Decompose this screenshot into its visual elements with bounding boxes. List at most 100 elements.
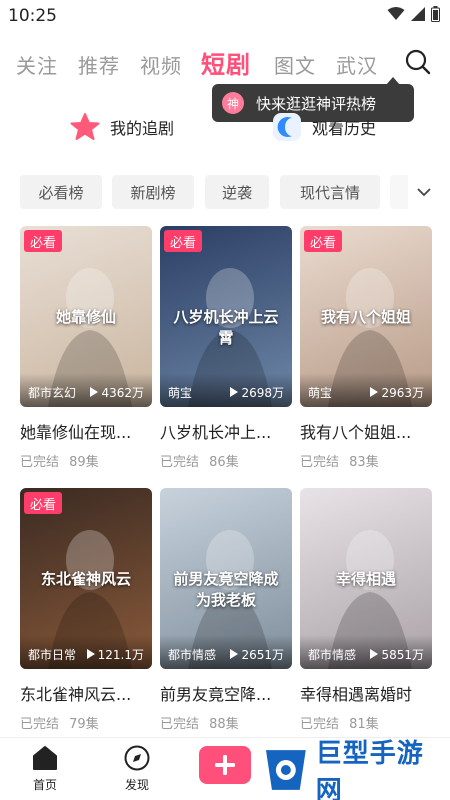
must-watch-badge: 必看 [304,230,343,252]
drama-title[interactable]: 她靠修仙在现... [20,419,152,443]
drama-episodes: 86集 [209,455,239,470]
chip-new[interactable]: 新剧榜 [112,175,194,209]
drama-card[interactable]: 八岁机长冲上云霄 必看 萌宝 2698万 八岁机长冲上... 已完结 86集 [160,226,292,470]
drama-status: 已完结 [300,717,340,732]
wifi-icon [387,7,405,20]
chip-must-watch[interactable]: 必看榜 [20,175,102,209]
play-icon [230,387,239,397]
watermark: 巨型手游网 [262,739,450,800]
nav-home[interactable]: 首页 [15,744,75,793]
my-dramas-entry[interactable]: 我的追剧 [70,112,174,142]
home-icon [33,746,57,770]
drama-episodes: 79集 [69,717,99,732]
must-watch-badge: 必看 [164,230,203,252]
play-icon [370,649,379,659]
views-count: 121.1万 [97,648,144,662]
tab-article[interactable]: 图文 [274,50,316,79]
drama-meta: 已完结 83集 [300,451,432,470]
my-dramas-label: 我的追剧 [110,119,175,138]
drama-title[interactable]: 前男友竟空降... [160,681,292,705]
drama-episodes: 83集 [349,455,379,470]
watch-history-entry[interactable]: 观看历史 [272,112,376,142]
drama-poster[interactable]: 我有八个姐姐 必看 萌宝 2963万 [300,226,432,407]
chip-overflow [390,175,408,209]
poster-title-text: 东北雀神风云 [40,569,131,588]
play-icon [86,649,95,659]
filter-chips: 必看榜 新剧榜 逆袭 现代言情 [0,175,450,209]
status-icons [387,6,440,22]
poster-title-text: 前男友竟空降成为我老板 [173,569,279,609]
play-icon [370,387,379,397]
drama-status: 已完结 [20,455,60,470]
top-tabs: 关注 推荐 视频 短剧 图文 武汉 [0,40,450,84]
watermark-text: 巨型手游网 [315,739,424,800]
drama-card[interactable]: 我有八个姐姐 必看 萌宝 2963万 我有八个姐姐... 已完结 83集 [300,226,432,470]
create-button[interactable] [199,746,251,784]
drama-genre: 都市玄幻 [28,386,77,400]
drama-title[interactable]: 我有八个姐姐... [300,419,432,443]
tab-short-drama[interactable]: 短剧 [201,45,251,80]
drama-title[interactable]: 八岁机长冲上... [160,419,292,443]
chip-modern-romance[interactable]: 现代言情 [280,175,380,209]
drama-genre: 萌宝 [308,386,333,400]
watermark-logo [265,750,306,790]
drama-title[interactable]: 幸得相遇离婚时 [300,681,432,705]
play-icon [230,649,239,659]
views-count: 5851万 [381,648,424,662]
drama-views: 4362万 [90,384,144,401]
drama-genre: 都市情感 [168,648,217,662]
tab-follow[interactable]: 关注 [16,50,58,79]
drama-card[interactable]: 前男友竟空降成为我老板 都市情感 2651万 前男友竟空降... 已完结 88集 [160,488,292,732]
compass-icon [124,745,150,771]
drama-episodes: 81集 [349,717,379,732]
history-icon [273,113,301,141]
drama-poster[interactable]: 东北雀神风云 必看 都市日常 121.1万 [20,488,152,669]
tab-recommend[interactable]: 推荐 [78,50,120,79]
drama-meta: 已完结 86集 [160,451,292,470]
drama-status: 已完结 [20,717,60,732]
battery-icon [431,6,440,22]
drama-views: 2698万 [230,384,284,401]
drama-meta: 已完结 81集 [300,713,432,732]
play-icon [90,387,99,397]
poster-title-text: 八岁机长冲上云霄 [173,307,279,347]
drama-poster[interactable]: 前男友竟空降成为我老板 都市情感 2651万 [160,488,292,669]
nav-discover[interactable]: 发现 [107,744,167,793]
drama-views: 5851万 [370,646,424,663]
drama-card[interactable]: 东北雀神风云 必看 都市日常 121.1万 东北雀神风云... 已完结 79集 [20,488,152,732]
drama-meta: 已完结 88集 [160,713,292,732]
drama-title[interactable]: 东北雀神风云... [20,681,152,705]
views-count: 2651万 [241,648,284,662]
drama-episodes: 89集 [69,455,99,470]
must-watch-badge: 必看 [24,230,63,252]
drama-meta: 已完结 79集 [20,713,152,732]
drama-card[interactable]: 她靠修仙 必看 都市玄幻 4362万 她靠修仙在现... 已完结 89集 [20,226,152,470]
views-count: 4362万 [101,386,144,400]
chevron-down-icon [417,188,431,197]
drama-poster[interactable]: 八岁机长冲上云霄 必看 萌宝 2698万 [160,226,292,407]
poster-title-text: 幸得相遇 [335,569,396,588]
poster-title-text: 她靠修仙 [55,307,116,326]
drama-poster[interactable]: 幸得相遇 都市情感 5851万 [300,488,432,669]
drama-genre: 都市情感 [308,648,357,662]
drama-episodes: 88集 [209,717,239,732]
tab-wuhan[interactable]: 武汉 [336,50,378,79]
drama-status: 已完结 [300,455,340,470]
drama-genre: 都市日常 [28,648,77,662]
drama-poster[interactable]: 她靠修仙 必看 都市玄幻 4362万 [20,226,152,407]
star-icon [70,113,100,140]
status-time: 10:25 [8,6,57,26]
drama-meta: 已完结 89集 [20,451,152,470]
expand-chips-button[interactable] [410,178,438,206]
drama-status: 已完结 [160,455,200,470]
drama-views: 2963万 [370,384,424,401]
drama-card[interactable]: 幸得相遇 都市情感 5851万 幸得相遇离婚时 已完结 81集 [300,488,432,732]
nav-discover-label: 发现 [124,778,149,792]
search-icon[interactable] [404,48,432,76]
chip-comeback[interactable]: 逆袭 [205,175,269,209]
quick-entries: 我的追剧 观看历史 [0,106,450,150]
drama-status: 已完结 [160,717,200,732]
views-count: 2963万 [381,386,424,400]
tab-video[interactable]: 视频 [140,50,182,79]
signal-icon [411,7,425,21]
